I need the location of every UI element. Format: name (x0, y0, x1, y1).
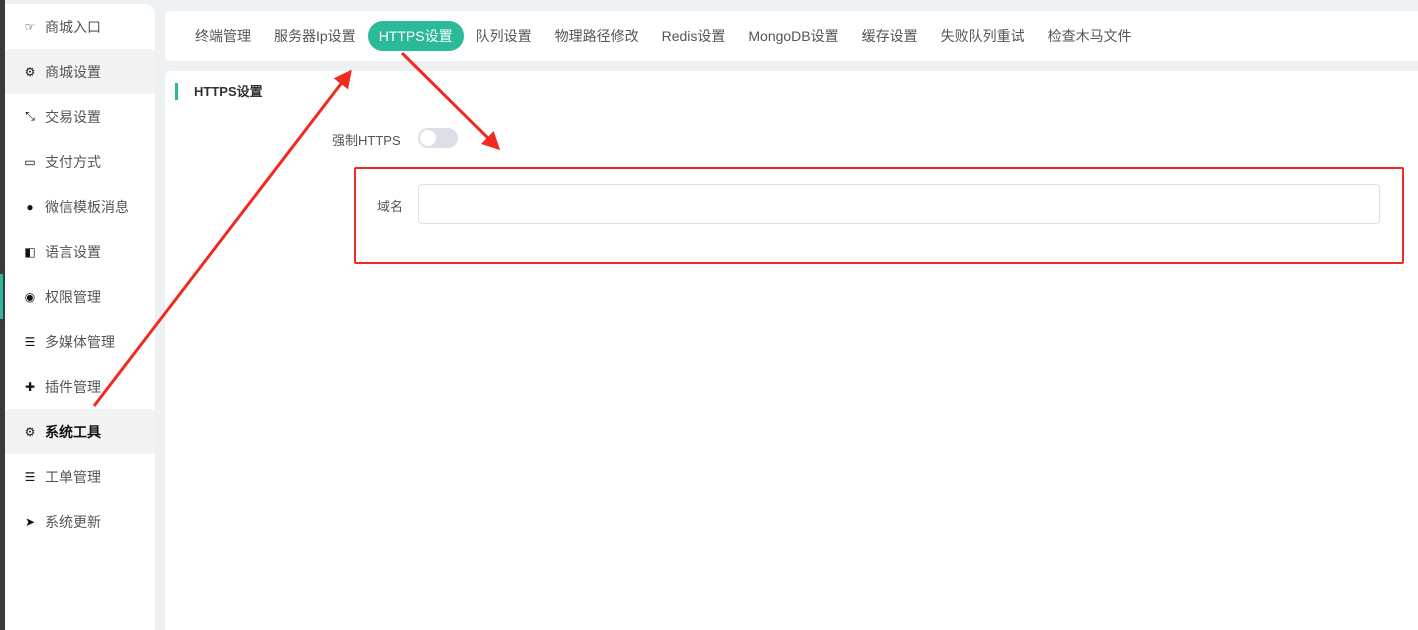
puzzle-icon: ✚ (24, 379, 36, 394)
sidebar-item[interactable]: ⤡ 交易设置 (5, 94, 155, 139)
section-title: HTTPS设置 (175, 83, 263, 100)
sidebar-item-label: 系统更新 (45, 513, 101, 530)
sidebar-item-label: 工单管理 (45, 468, 101, 485)
sidebar-item-label: 商城设置 (45, 63, 101, 80)
paper-plane-icon: ➤ (24, 514, 36, 529)
sidebar-item-label: 商城入口 (45, 18, 101, 35)
list-icon: ☰ (24, 334, 36, 349)
list-icon: ☰ (24, 469, 36, 484)
sidebar-item-label: 权限管理 (45, 288, 101, 305)
tab[interactable]: 缓存设置 (851, 21, 929, 51)
sidebar-item-label: 语言设置 (45, 243, 101, 260)
sidebar-item[interactable]: ⚙ 商城设置 (5, 49, 155, 94)
tab[interactable]: 失败队列重试 (930, 21, 1036, 51)
hand-point-right-icon: ☞ (24, 19, 36, 34)
sidebar-item[interactable]: ◉ 权限管理 (0, 274, 155, 319)
sidebar-item[interactable]: ✚ 插件管理 (5, 364, 155, 409)
sidebar-item[interactable]: ☞ 商城入口 (5, 4, 155, 49)
sidebar-item-label: 支付方式 (45, 153, 101, 170)
sidebar-item[interactable]: ⚙ 系统工具 (5, 409, 155, 454)
sidebar-item-label: 交易设置 (45, 108, 101, 125)
sidebar-item[interactable]: ➤ 系统更新 (5, 499, 155, 544)
compress-arrows-icon: ⤡ (25, 109, 35, 123)
tab[interactable]: HTTPS设置 (367, 21, 464, 51)
sidebar-item[interactable]: ● 微信模板消息 (5, 184, 155, 229)
sidebar-item[interactable]: ◧ 语言设置 (5, 229, 155, 274)
sidebar: ☞ 商城入口 ⚙ 商城设置 ⤡ 交易设置 ▭ 支付方式 ● 微信模板消息 ◧ 语言设置 ◉ 权限管理 ☰ 多媒… (0, 4, 155, 630)
tab[interactable]: 检查木马文件 (1037, 21, 1143, 51)
tab[interactable]: 物理路径修改 (544, 21, 650, 51)
wechat-icon: ● (26, 199, 34, 214)
sidebar-item[interactable]: ▭ 支付方式 (5, 139, 155, 184)
force-https-toggle[interactable] (418, 128, 458, 148)
gamepad-icon: ◉ (24, 289, 36, 304)
sidebar-item-label: 微信模板消息 (45, 198, 129, 215)
sidebar-item-label: 系统工具 (45, 423, 101, 440)
force-https-label: 强制HTTPS (332, 133, 401, 148)
gear-icon: ⚙ (24, 64, 36, 79)
tab[interactable]: Redis设置 (651, 21, 737, 51)
main-panel: HTTPS设置 强制HTTPS 域名 (165, 71, 1418, 630)
tab[interactable]: 队列设置 (465, 21, 543, 51)
sidebar-item-label: 多媒体管理 (45, 333, 115, 350)
language-icon: ◧ (24, 244, 36, 259)
credit-card-icon: ▭ (24, 154, 36, 169)
sidebar-item-label: 插件管理 (45, 378, 101, 395)
tab[interactable]: 服务器Ip设置 (263, 21, 367, 51)
annotation-highlight-box (354, 167, 1404, 264)
tab[interactable]: MongoDB设置 (737, 21, 849, 51)
settings-tabs: 终端管理 服务器Ip设置 HTTPS设置 队列设置 物理路径修改 Redis设置 Mongo… (165, 11, 1418, 61)
gear-icon: ⚙ (24, 424, 36, 439)
tab[interactable]: 终端管理 (184, 21, 262, 51)
sidebar-item[interactable]: ☰ 多媒体管理 (5, 319, 155, 364)
sidebar-item[interactable]: ☰ 工单管理 (5, 454, 155, 499)
